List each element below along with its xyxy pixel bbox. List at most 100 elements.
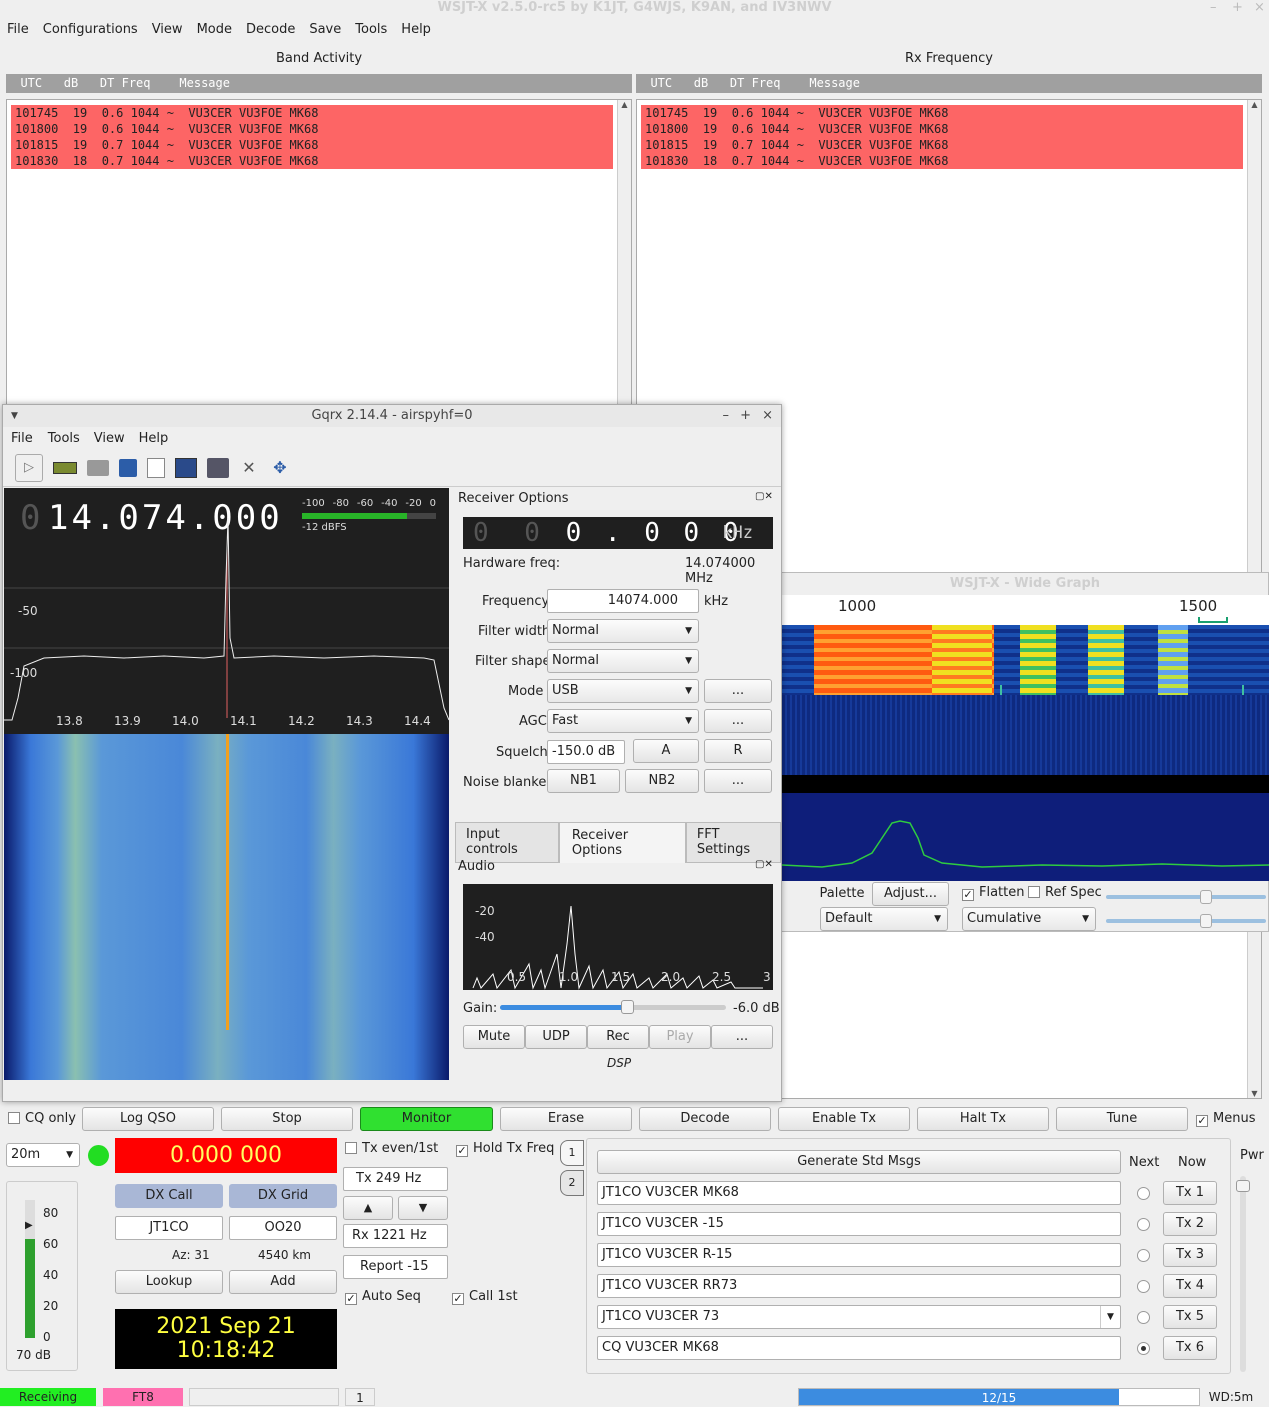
band-select[interactable]: 20m ▼ <box>6 1143 80 1167</box>
close-icon[interactable]: × <box>762 405 773 427</box>
adjust-button[interactable]: Adjust... <box>872 882 949 906</box>
save-icon[interactable] <box>119 458 137 477</box>
cq-only-checkbox[interactable]: CQ only <box>8 1111 76 1126</box>
tab-input-controls[interactable]: Input controls <box>455 822 559 863</box>
tx6-now-button[interactable]: Tx 6 <box>1163 1336 1217 1360</box>
list-item[interactable]: 101815 19 0.7 1044 ~ VU3CER VU3FOE MK68 <box>11 137 613 153</box>
rx-freq-spinbox[interactable]: Rx 1221 Hz <box>343 1224 448 1248</box>
settings-icon[interactable]: ✕ <box>239 458 259 478</box>
tx5-now-button[interactable]: Tx 5 <box>1163 1305 1217 1329</box>
spectrum-panel[interactable]: 0 14.074.000 -100 -80 -60 -40 -20 0 -12 dBFS … <box>4 488 449 734</box>
slider-2[interactable] <box>1106 914 1266 928</box>
tab-receiver-options[interactable]: Receiver Options <box>558 822 686 863</box>
list-item[interactable]: 101745 19 0.6 1044 ~ VU3CER VU3FOE MK68 <box>641 105 1243 121</box>
stop-button[interactable]: Stop <box>221 1107 353 1131</box>
agc-select[interactable]: Fast ▼ <box>547 709 699 733</box>
tx-up-button[interactable]: ▲ <box>343 1196 393 1220</box>
list-item[interactable]: 101830 18 0.7 1044 ~ VU3CER VU3FOE MK68 <box>641 153 1243 169</box>
menu-help[interactable]: Help <box>394 22 438 37</box>
folder-icon[interactable] <box>87 459 109 476</box>
auto-seq-checkbox[interactable]: ✓ Auto Seq <box>345 1289 421 1305</box>
dx-call-input[interactable]: JT1CO <box>115 1216 223 1240</box>
list-item[interactable]: 101815 19 0.7 1044 ~ VU3CER VU3FOE MK68 <box>641 137 1243 153</box>
gqrx-menu-view[interactable]: View <box>87 431 132 446</box>
maximize-icon[interactable]: + <box>1232 0 1243 15</box>
menu-tools[interactable]: Tools <box>348 22 394 37</box>
gqrx-menu-help[interactable]: Help <box>132 431 176 446</box>
tx3-next-radio[interactable] <box>1137 1249 1150 1262</box>
nb1-button[interactable]: NB1 <box>547 769 620 793</box>
tx2-message-input[interactable]: JT1CO VU3CER -15 <box>597 1212 1121 1236</box>
tx4-message-input[interactable]: JT1CO VU3CER RR73 <box>597 1274 1121 1298</box>
tab-fft-settings[interactable]: FFT Settings <box>685 822 781 863</box>
nb-options-button[interactable]: ... <box>704 769 772 793</box>
squelch-input[interactable]: -150.0 dB <box>547 740 625 764</box>
report-spinbox[interactable]: Report -15 <box>343 1255 448 1279</box>
gqrx-menu-file[interactable]: File <box>3 431 41 446</box>
menu-file[interactable]: File <box>0 22 36 37</box>
gqrx-menu-icon[interactable]: ▼ <box>11 405 18 427</box>
list-item[interactable]: 101830 18 0.7 1044 ~ VU3CER VU3FOE MK68 <box>11 153 613 169</box>
tx6-message-input[interactable]: CQ VU3CER MK68 <box>597 1336 1121 1360</box>
band-activity-list[interactable]: 101745 19 0.6 1044 ~ VU3CER VU3FOE MK68 … <box>6 99 632 409</box>
tx1-message-input[interactable]: JT1CO VU3CER MK68 <box>597 1181 1121 1205</box>
device-icon[interactable] <box>53 461 77 474</box>
nb2-button[interactable]: NB2 <box>625 769 699 793</box>
tx1-next-radio[interactable] <box>1137 1187 1150 1200</box>
pwr-handle[interactable] <box>1236 1180 1250 1192</box>
menu-view[interactable]: View <box>145 22 190 37</box>
list-item[interactable]: 101745 19 0.6 1044 ~ VU3CER VU3FOE MK68 <box>11 105 613 121</box>
generate-std-msgs-button[interactable]: Generate Std Msgs <box>597 1150 1121 1174</box>
erase-button[interactable]: Erase <box>500 1107 632 1131</box>
float-icon[interactable]: ▢✕ <box>755 859 773 870</box>
tx4-next-radio[interactable] <box>1137 1280 1150 1293</box>
gqrx-waterfall[interactable] <box>4 734 449 1080</box>
dial-frequency[interactable]: 0.000 000 <box>115 1138 337 1173</box>
network-icon[interactable] <box>207 457 229 478</box>
monitor-button[interactable]: Monitor <box>360 1107 493 1131</box>
cumulative-select[interactable]: Cumulative ▼ <box>962 907 1096 931</box>
remote-icon[interactable] <box>175 457 197 478</box>
frequency-input[interactable]: 14074.000 <box>547 589 699 613</box>
mode-select[interactable]: USB ▼ <box>547 679 699 703</box>
filter-width-select[interactable]: Normal ▼ <box>547 619 699 643</box>
tx4-now-button[interactable]: Tx 4 <box>1163 1274 1217 1298</box>
menu-save[interactable]: Save <box>302 22 348 37</box>
list-item[interactable]: 101800 19 0.6 1044 ~ VU3CER VU3FOE MK68 <box>641 121 1243 137</box>
hold-tx-checkbox[interactable]: ✓ Hold Tx Freq <box>456 1141 554 1157</box>
tx-freq-spinbox[interactable]: Tx 249 Hz <box>343 1167 448 1191</box>
play-button[interactable]: Play <box>649 1025 711 1049</box>
tx-even-checkbox[interactable]: Tx even/1st <box>345 1141 438 1156</box>
band-activity-scrollbar[interactable]: ▲ <box>617 100 631 408</box>
minimize-icon[interactable]: – <box>723 405 730 427</box>
add-button[interactable]: Add <box>229 1270 337 1294</box>
udp-button[interactable]: UDP <box>525 1025 587 1049</box>
squelch-a-button[interactable]: A <box>633 739 699 763</box>
agc-options-button[interactable]: ... <box>704 709 772 733</box>
gain-slider[interactable] <box>500 1000 726 1014</box>
slider-1[interactable] <box>1106 890 1266 904</box>
tx6-next-radio[interactable] <box>1137 1342 1150 1355</box>
tx-down-button[interactable]: ▼ <box>398 1196 448 1220</box>
pwr-slider[interactable] <box>1236 1176 1250 1372</box>
tx1-now-button[interactable]: Tx 1 <box>1163 1181 1217 1205</box>
squelch-r-button[interactable]: R <box>704 739 772 763</box>
tx3-now-button[interactable]: Tx 3 <box>1163 1243 1217 1267</box>
gqrx-menu-tools[interactable]: Tools <box>41 431 87 446</box>
list-item[interactable]: 101800 19 0.6 1044 ~ VU3CER VU3FOE MK68 <box>11 121 613 137</box>
menu-configurations[interactable]: Configurations <box>36 22 145 37</box>
gain-handle[interactable] <box>620 1000 634 1014</box>
call-1st-checkbox[interactable]: ✓ Call 1st <box>452 1289 518 1305</box>
tune-button[interactable]: Tune <box>1056 1107 1188 1131</box>
tx2-next-radio[interactable] <box>1137 1218 1150 1231</box>
bookmark-icon[interactable] <box>147 457 165 478</box>
tx2-now-button[interactable]: Tx 2 <box>1163 1212 1217 1236</box>
menu-decode[interactable]: Decode <box>239 22 302 37</box>
menu-mode[interactable]: Mode <box>190 22 239 37</box>
enable-tx-button[interactable]: Enable Tx <box>778 1107 910 1131</box>
menus-checkbox[interactable]: ✓ Menus <box>1196 1111 1255 1127</box>
ref-spec-checkbox[interactable]: Ref Spec <box>1028 885 1102 900</box>
lookup-button[interactable]: Lookup <box>115 1270 223 1294</box>
waterfall-display[interactable] <box>782 625 1269 775</box>
audio-options-button[interactable]: ... <box>711 1025 773 1049</box>
